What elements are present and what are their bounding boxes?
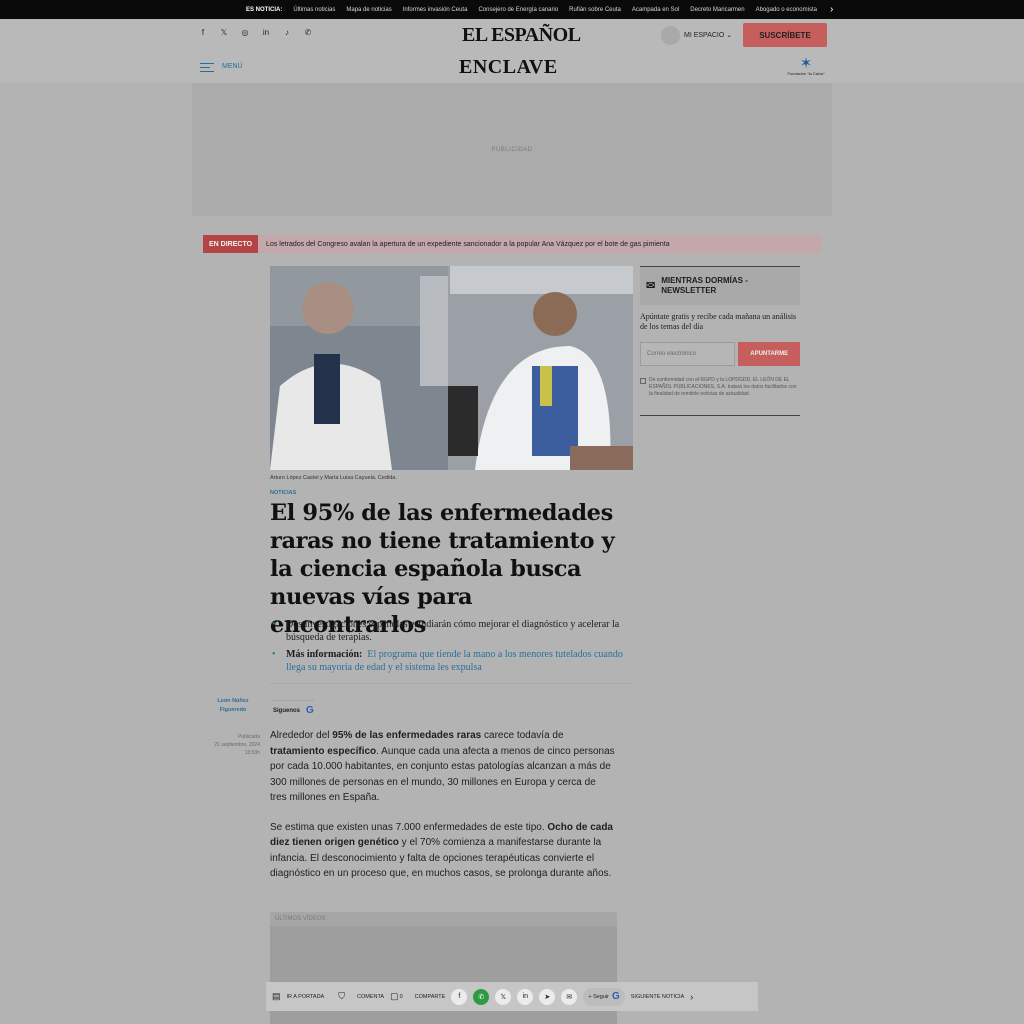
paragraph: Se estima que existen unas 7.000 enferme… [270,821,613,880]
share-label: COMPARTE [414,993,446,1000]
image-caption: Arturo López Castel y María Luisa Cayuel… [270,475,397,481]
hero-photo [270,266,633,470]
next-article-link[interactable]: SIGUIENTE NOTICIA [631,994,684,1000]
video-label: ÚLTIMOS VÍDEOS [270,912,617,926]
publish-label: Publicada [238,734,260,740]
chevron-right-icon[interactable]: › [830,4,833,15]
social-links: f 𝕏 ◎ in ♪ ✆ [198,28,313,37]
chevron-right-icon[interactable]: › [690,992,693,1002]
envelope-icon: ✉ [646,280,656,292]
newsletter-subtitle: Apúntate gratis y recibe cada mañana un … [640,312,797,331]
comment-count: 0 [399,993,403,1000]
google-icon: G [306,705,314,716]
my-space-button[interactable]: MI ESPACIO ⌄ [684,31,732,39]
article-body: Alrededor del 95% de las enfermedades ra… [270,728,615,896]
section-logo[interactable]: ENCLAVE [459,56,558,79]
article-summary: Dos investigaciones españolas estudiarán… [272,618,632,678]
follow-google-button[interactable]: Síguenos G [273,700,314,718]
live-badge: EN DIRECTO [203,235,259,253]
consent-text: De conformidad con el RGPD y la LOPDGDD,… [649,377,797,397]
summary-bullet: Dos investigaciones españolas estudiarán… [272,618,632,644]
linkedin-icon[interactable]: in [517,988,534,1005]
email-field[interactable]: Correo electrónico [640,342,736,366]
ad-banner: PUBLICIDAD [192,83,832,216]
comment-icon[interactable]: ▢ [390,991,399,1002]
publish-info: Publicada 21 septiembre, 2024 13:53h [203,733,260,757]
linkedin-icon[interactable]: in [261,28,271,37]
section-label[interactable]: NOTICIAS [270,490,296,496]
top-news-link[interactable]: Acampada en Sol [632,7,679,13]
top-news-label: ES NOTICIA: [246,6,283,13]
email-icon[interactable]: ✉ [561,988,578,1005]
x-icon[interactable]: 𝕏 [495,988,512,1005]
follow-google-button[interactable]: + Seguir G [583,987,625,1006]
newsletter-signup-button[interactable]: APUNTARME [738,342,800,366]
top-news-link[interactable]: Consejero de Energía canario [478,7,558,13]
home-icon[interactable]: ▤ [272,991,281,1002]
google-icon: G [611,991,620,1002]
subscribe-button[interactable]: SUSCRÍBETE [743,23,827,47]
summary-bullet: Más información: El programa que tiende … [272,648,632,674]
live-headline[interactable]: Los letrados del Congreso avalan la aper… [258,241,670,248]
avatar[interactable] [661,26,680,45]
partner-logo[interactable]: ✶ Fundación "la Caixa" [783,56,829,76]
top-news-link[interactable]: Últimas noticias [293,7,335,13]
ad-label: PUBLICIDAD [491,146,533,153]
newsletter-widget: ✉ MIENTRAS DORMÍAS - NEWSLETTER Apúntate… [640,266,800,416]
site-logo[interactable]: EL ESPAÑOL [462,24,581,47]
tiktok-icon[interactable]: ♪ [282,28,292,37]
bookmark-icon[interactable]: ⛉ [338,991,345,1002]
whatsapp-icon[interactable]: ✆ [473,988,490,1005]
divider [270,683,633,684]
author-name[interactable]: León Núñez Figueredo [206,697,260,715]
x-icon[interactable]: 𝕏 [219,28,229,37]
bottom-action-bar: ▤ IR A PORTADA ⛉ COMENTA ▢ 0 COMPARTE f … [266,982,758,1011]
top-news-bar: ES NOTICIA: Últimas noticias Mapa de not… [0,0,1024,19]
top-news-link[interactable]: Mapa de noticias [346,7,391,13]
partner-name: Fundación "la Caixa" [787,71,825,76]
follow-label: Síguenos [273,707,301,714]
publish-time: 13:53h [244,750,260,756]
facebook-icon[interactable]: f [451,988,468,1005]
home-link[interactable]: IR A PORTADA [287,994,325,1000]
top-news-link[interactable]: Decreto Maricarmen [690,7,744,13]
top-news-link[interactable]: Informes invasión Ceuta [403,7,468,13]
facebook-icon[interactable]: f [198,28,208,37]
newsletter-header: ✉ MIENTRAS DORMÍAS - NEWSLETTER [640,267,800,305]
article-hero-image [270,266,633,470]
my-space-label: MI ESPACIO [684,32,725,39]
hamburger-menu-icon[interactable] [200,63,214,75]
telegram-icon[interactable]: ➤ [539,988,556,1005]
consent-checkbox[interactable] [640,378,646,384]
follow-label: + Seguir [588,993,609,1000]
publish-date: 21 septiembre, 2024 [214,742,260,748]
top-news-link[interactable]: Abogado o economista [756,7,817,13]
newsletter-title: MIENTRAS DORMÍAS - NEWSLETTER [661,276,748,295]
comment-link[interactable]: COMENTA [357,994,384,1000]
live-ticker[interactable]: EN DIRECTO Los letrados del Congreso ava… [203,235,821,253]
chevron-down-icon: ⌄ [726,32,733,39]
top-news-link[interactable]: Rufián sobre Ceuta [569,7,621,13]
more-info-label: Más información: [286,649,363,660]
instagram-icon[interactable]: ◎ [240,28,250,37]
whatsapp-icon[interactable]: ✆ [303,28,313,37]
paragraph: Alrededor del 95% de las enfermedades ra… [270,730,615,803]
star-icon: ✶ [799,55,813,72]
menu-button[interactable]: MENÚ [222,63,243,70]
